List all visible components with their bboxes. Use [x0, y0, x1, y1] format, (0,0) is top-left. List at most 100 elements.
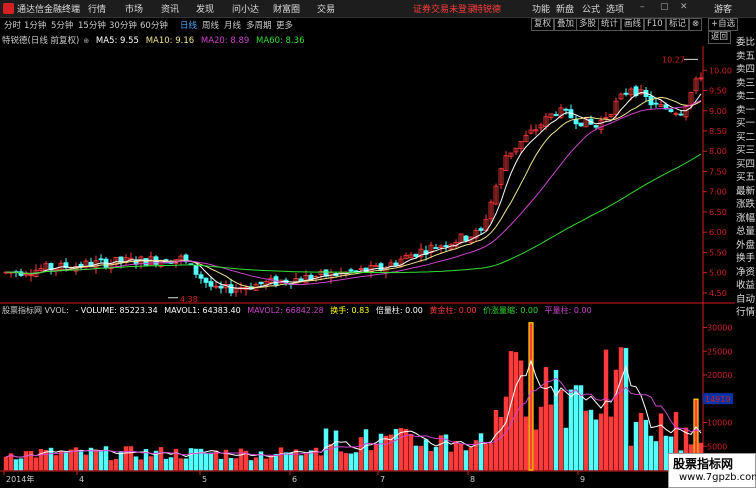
btn-diejia[interactable]: 叠加: [554, 18, 578, 31]
volume-bar: [138, 459, 144, 471]
menu-jiaoyi[interactable]: 交易: [317, 2, 335, 15]
sidebar-15: 外盘: [736, 239, 756, 251]
period-5min[interactable]: 5分钟: [51, 19, 73, 31]
volume-bar: [363, 429, 369, 471]
btn-duogu[interactable]: 多股: [576, 18, 600, 31]
candle-body: [573, 119, 579, 125]
menu-faxian[interactable]: 发现: [196, 2, 214, 15]
volume-bar: [318, 455, 324, 471]
volume-bar: [483, 443, 489, 471]
candle-body: [653, 102, 659, 105]
candle-body: [228, 284, 234, 294]
btn-biaoji[interactable]: 标记: [666, 18, 690, 31]
menu-caifuquan[interactable]: 财富圈: [273, 2, 300, 15]
btn-huaxian[interactable]: 画线: [621, 18, 645, 31]
period-daily[interactable]: 日线: [180, 19, 197, 31]
tool-xuanxiang[interactable]: 选项: [606, 2, 624, 15]
volume-bar: [548, 404, 554, 471]
volume-bar: [278, 447, 284, 471]
price-tick-label: 8.00: [709, 147, 727, 156]
btn-add-watchlist[interactable]: +自选: [708, 18, 739, 31]
sidebar-20[interactable]: 行情: [736, 306, 756, 319]
volume-bar: [608, 416, 614, 471]
volume-bar: [533, 429, 539, 471]
candle-body: [98, 258, 104, 261]
candle-body: [678, 113, 684, 116]
turnover-label: 换手: 0.83: [330, 306, 370, 315]
ma20-label: MA20: 8.89: [200, 36, 250, 46]
app-logo-icon: [3, 3, 14, 14]
period-monthly[interactable]: 月线: [224, 19, 241, 31]
period-multi[interactable]: 多周期: [246, 19, 272, 31]
btn-close-chart[interactable]: ⊗: [689, 18, 703, 31]
mavol2-label: MAVOL2: 66842.28: [247, 306, 324, 315]
period-60min[interactable]: 60分钟: [140, 19, 168, 31]
btn-back[interactable]: 返回: [708, 31, 732, 44]
volume-bar: [213, 450, 219, 471]
volume-bar: [613, 369, 619, 471]
volume-bar: [573, 385, 579, 471]
candle-body: [378, 263, 384, 271]
watermark-title: 股票指标网: [673, 457, 734, 471]
period-fenshi[interactable]: 分时: [4, 19, 21, 31]
volume-bar: [538, 406, 544, 471]
indicator-name: 股票指标网 VVOL:: [2, 306, 69, 315]
period-15min[interactable]: 15分钟: [78, 19, 106, 31]
max-icon[interactable]: ▢: [660, 2, 669, 12]
period-30min[interactable]: 30分钟: [109, 19, 137, 31]
price-tick-label: 8.50: [709, 127, 727, 136]
volume-bar: [653, 441, 659, 471]
sidebar-2: 卖四: [736, 64, 756, 75]
candle-body: [308, 274, 314, 280]
close-icon[interactable]: ✕: [680, 2, 688, 12]
ma5-line: [5, 92, 702, 290]
sidebar-19[interactable]: 自动: [736, 293, 756, 306]
volume-bar: [113, 458, 119, 471]
min-icon[interactable]: –: [640, 2, 645, 12]
date-label: 4: [79, 475, 84, 484]
volume-bar: [453, 441, 459, 471]
volume-bar: [448, 451, 454, 471]
candle-body: [348, 269, 354, 272]
settings-icon[interactable]: ⊕: [83, 37, 89, 45]
volume-bar: [18, 458, 24, 471]
flat-vol-label: 平量柱: 0.00: [544, 306, 592, 315]
candle-body: [668, 109, 674, 113]
date-label: 8: [470, 475, 475, 484]
volume-bar: [408, 433, 414, 471]
btn-f10[interactable]: F10: [644, 18, 666, 31]
period-weekly[interactable]: 周线: [202, 19, 219, 31]
price-tick-label: 6.50: [709, 208, 727, 217]
volume-bar: [568, 389, 574, 471]
login-warning[interactable]: 证券交易未登录: [413, 2, 476, 15]
volume-bar: [398, 427, 404, 471]
menu-shichang[interactable]: 市场: [125, 2, 143, 15]
menu-wenxiaoda[interactable]: 问小达: [232, 2, 259, 15]
volume-bar: [148, 456, 154, 471]
btn-tongji[interactable]: 统计: [598, 18, 622, 31]
kline-chart[interactable]: 10.00 9.50 9.00 8.50 8.00 7.50 7.00 6.50 6.00 5.5…: [0, 46, 735, 487]
menu-zixun[interactable]: 资讯: [161, 2, 179, 15]
period-1min[interactable]: 1分钟: [24, 19, 46, 31]
price-tick-label: 6.00: [709, 228, 727, 237]
tool-xinpan[interactable]: 新盘: [556, 2, 574, 15]
price-tick-label: 7.50: [709, 167, 727, 176]
candle-body: [463, 235, 469, 241]
volume-bar: [498, 417, 504, 471]
app-name: 通达信金融终端: [17, 5, 81, 15]
candle-body: [393, 262, 399, 266]
tool-gongneng[interactable]: 功能: [532, 2, 550, 15]
volume-bar: [163, 458, 169, 471]
btn-fuquan[interactable]: 复权: [531, 18, 555, 31]
candle-body: [258, 281, 264, 285]
volume-bar: [558, 390, 564, 471]
tool-gongshi[interactable]: 公式: [582, 2, 600, 15]
stock-name-title: 特锐德: [474, 5, 502, 15]
guest-label[interactable]: 游客: [714, 2, 732, 15]
quote-sidebar: 委比 卖五 卖四 卖三 卖二 卖一 买一 买二 买三 买四 买五 最新 涨跌 涨幅 总量 外盘 换手 净资 收益 自动…: [735, 34, 756, 487]
volume-bar: [168, 457, 174, 471]
date-label: 5: [202, 475, 207, 484]
volume-bar: [88, 447, 94, 471]
menu-hangqing[interactable]: 行情: [88, 2, 106, 15]
period-more[interactable]: 更多: [276, 19, 293, 31]
